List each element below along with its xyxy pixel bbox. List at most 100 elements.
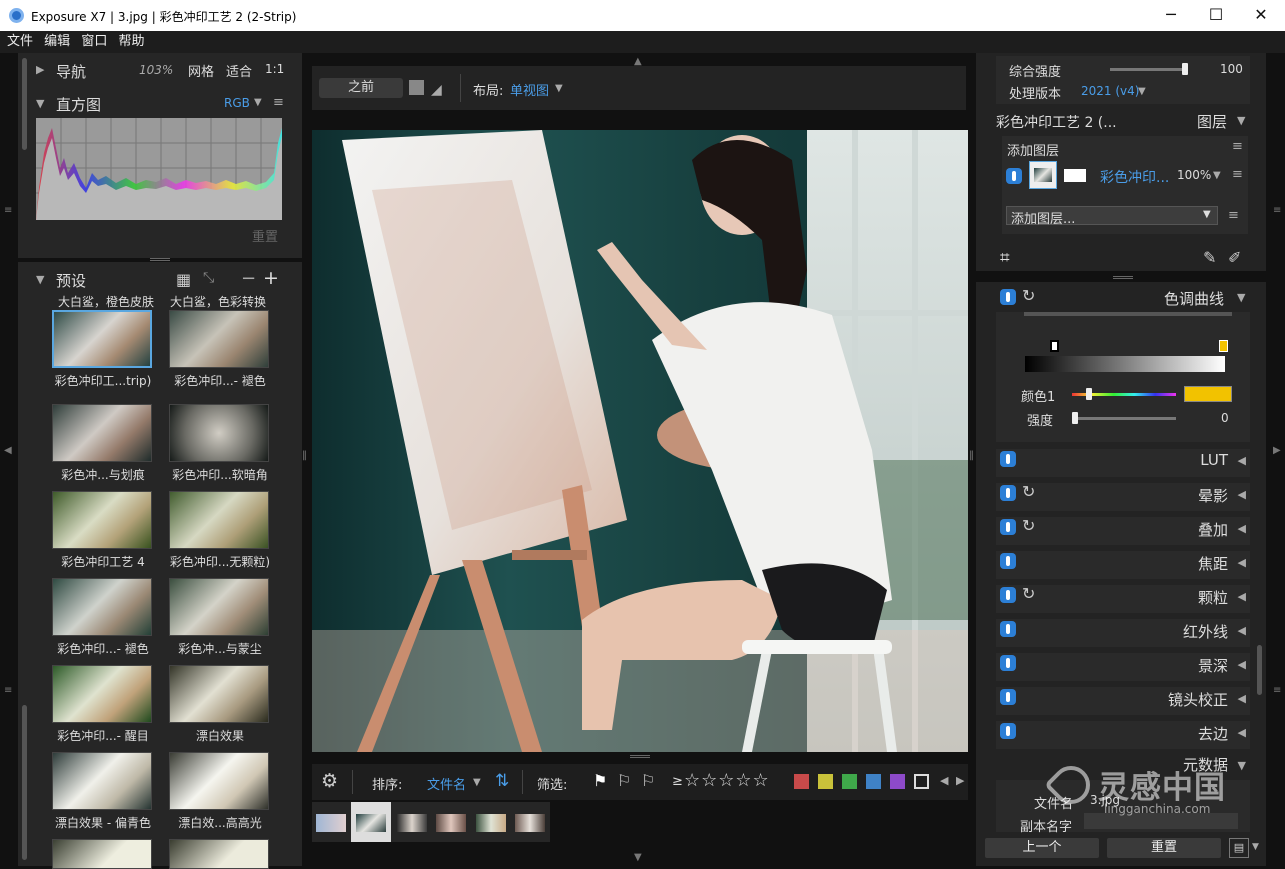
layer-thumbnail[interactable] bbox=[1029, 161, 1057, 189]
preset-item[interactable] bbox=[169, 839, 273, 869]
scroll-left-icon[interactable]: ◀ bbox=[940, 774, 948, 787]
collapse-right-icon[interactable]: ▶ bbox=[1273, 445, 1281, 456]
strength-slider[interactable] bbox=[1072, 417, 1176, 420]
minimize-icon[interactable]: ─ bbox=[1160, 4, 1182, 26]
film-thumbnail[interactable] bbox=[397, 814, 427, 832]
left-scrollbar[interactable] bbox=[22, 58, 27, 150]
navigator-grid-button[interactable]: 网格 bbox=[188, 61, 214, 80]
process-version-select[interactable]: 2021 (v4) bbox=[1081, 84, 1139, 98]
preset-item[interactable]: 彩色冲印...- 褪色 bbox=[52, 578, 156, 657]
left-grip-icon-2[interactable]: ≡ bbox=[4, 685, 12, 696]
left-grip-icon[interactable]: ≡ bbox=[4, 205, 12, 216]
panel-lut[interactable]: LUT ◀ bbox=[996, 449, 1250, 477]
panel-toggle[interactable] bbox=[1000, 451, 1016, 467]
reset-rotate-icon[interactable]: ↻ bbox=[1022, 516, 1035, 535]
label-green-button[interactable] bbox=[842, 774, 857, 789]
layer-options-icon[interactable]: ≡ bbox=[1228, 208, 1239, 223]
navigator-1to1-button[interactable]: 1:1 bbox=[265, 62, 284, 76]
compare-square-icon[interactable] bbox=[409, 80, 424, 95]
flag-none-icon[interactable]: ⚐ bbox=[641, 771, 655, 790]
color1-swatch[interactable] bbox=[1184, 386, 1232, 402]
panel-grain[interactable]: ↻ 颗粒 ◀ bbox=[996, 584, 1250, 613]
strength-value[interactable]: 0 bbox=[1221, 411, 1229, 425]
layer-mask-thumbnail[interactable] bbox=[1064, 169, 1086, 182]
remove-preset-icon[interactable]: − bbox=[241, 268, 256, 289]
preset-item[interactable]: 彩色冲印工...trip) bbox=[52, 310, 156, 389]
presets-header[interactable]: ▼ 预设 ▦ ⤡ − + bbox=[36, 267, 298, 290]
panel-toggle[interactable] bbox=[1000, 587, 1016, 603]
right-splitter-grip[interactable] bbox=[1113, 276, 1133, 279]
slider-handle[interactable] bbox=[1182, 63, 1188, 75]
preset-item[interactable]: 彩色冲印...软暗角 bbox=[169, 404, 273, 483]
preset-item[interactable] bbox=[52, 839, 156, 869]
add-layer-dropdown[interactable]: 添加图层... ▼ bbox=[1006, 206, 1218, 227]
panel-metadata[interactable]: 元数据 ▼ bbox=[996, 755, 1250, 777]
label-purple-button[interactable] bbox=[890, 774, 905, 789]
center-left-splitter[interactable]: ‖ bbox=[302, 450, 307, 461]
grid-view-icon[interactable]: ▦ bbox=[176, 270, 191, 289]
presets-scrollbar[interactable] bbox=[22, 705, 27, 860]
collapse-down-icon-4[interactable]: ▼ bbox=[1237, 291, 1245, 304]
preset-item[interactable]: 漂白效果 - 偏青色 bbox=[52, 752, 156, 831]
panel-overlay[interactable]: ↻ 叠加 ◀ bbox=[996, 516, 1250, 545]
histogram-reset-button[interactable]: 重置 bbox=[252, 226, 278, 245]
eraser-icon[interactable]: ✎ bbox=[1203, 248, 1216, 267]
preset-item[interactable]: 彩色冲印...无颗粒) bbox=[169, 491, 273, 570]
preset-label[interactable]: 大白鲨，色彩转换 bbox=[170, 293, 266, 310]
panel-toggle[interactable] bbox=[1000, 553, 1016, 569]
overall-strength-slider[interactable] bbox=[1110, 68, 1188, 71]
menu-help[interactable]: 帮助 bbox=[118, 31, 144, 53]
right-grip-icon-2[interactable]: ≡ bbox=[1273, 685, 1281, 696]
reset-rotate-icon[interactable]: ↻ bbox=[1022, 584, 1035, 603]
layer-visibility-toggle[interactable] bbox=[1006, 168, 1022, 184]
panel-toggle[interactable] bbox=[1000, 621, 1016, 637]
label-yellow-button[interactable] bbox=[818, 774, 833, 789]
layout-select[interactable]: 单视图 bbox=[510, 80, 549, 99]
close-icon[interactable]: ✕ bbox=[1250, 4, 1272, 26]
tone-curve-toggle[interactable] bbox=[1000, 289, 1016, 305]
collapse-all-icon[interactable]: ⤡ bbox=[203, 270, 214, 286]
menu-window[interactable]: 窗口 bbox=[81, 31, 107, 53]
navigator-fit-button[interactable]: 适合 bbox=[226, 61, 252, 80]
compare-split-icon[interactable]: ◢ bbox=[431, 82, 442, 98]
panel-toggle[interactable] bbox=[1000, 519, 1016, 535]
flag-pick-icon[interactable]: ⚑ bbox=[593, 771, 607, 790]
flag-reject-icon[interactable]: ⚐ bbox=[617, 771, 631, 790]
menu-edit[interactable]: 编辑 bbox=[44, 31, 70, 53]
panel-depth-of-field[interactable]: 景深 ◀ bbox=[996, 653, 1250, 681]
menu-icon[interactable]: ≡ bbox=[1232, 139, 1243, 154]
reset-button[interactable]: 重置 bbox=[1107, 838, 1221, 858]
layer-name[interactable]: 彩色冲印... bbox=[1100, 167, 1169, 187]
collapse-left-icon[interactable]: ◀ bbox=[4, 445, 12, 456]
preset-label[interactable]: 大白鲨，橙色皮肤 bbox=[58, 295, 154, 309]
layer-opacity[interactable]: 100% bbox=[1177, 168, 1211, 182]
menu-file[interactable]: 文件 bbox=[7, 31, 33, 53]
before-button[interactable]: 之前 bbox=[319, 78, 403, 98]
label-red-button[interactable] bbox=[794, 774, 809, 789]
center-right-splitter[interactable]: ‖ bbox=[969, 450, 974, 461]
filmstrip-splitter-grip[interactable] bbox=[630, 755, 650, 758]
panel-focus[interactable]: 焦距 ◀ bbox=[996, 551, 1250, 579]
gear-icon[interactable]: ⚙ bbox=[321, 770, 338, 792]
panel-toggle[interactable] bbox=[1000, 655, 1016, 671]
panel-vignette[interactable]: ↻ 晕影 ◀ bbox=[996, 482, 1250, 511]
slider-handle[interactable] bbox=[1086, 388, 1092, 400]
navigator-header[interactable]: ▶ 导航 103% 网格 适合 1:1 bbox=[36, 61, 298, 81]
panel-lens-correction[interactable]: 镜头校正 ◀ bbox=[996, 687, 1250, 715]
preset-item[interactable]: 彩色冲印工艺 4 bbox=[52, 491, 156, 570]
left-splitter-grip[interactable] bbox=[150, 258, 170, 261]
crop-icon[interactable]: ⌗ bbox=[1000, 248, 1010, 268]
right-grip-icon[interactable]: ≡ bbox=[1273, 205, 1281, 216]
panel-infrared[interactable]: 红外线 ◀ bbox=[996, 619, 1250, 647]
label-none-button[interactable] bbox=[914, 774, 929, 789]
sort-direction-icon[interactable]: ⇅ bbox=[495, 771, 509, 791]
white-point-handle[interactable] bbox=[1219, 340, 1228, 352]
reset-rotate-icon[interactable]: ↻ bbox=[1022, 482, 1035, 501]
preset-item[interactable]: 彩色冲...与划痕 bbox=[52, 404, 156, 483]
chevron-down-icon[interactable]: ▼ bbox=[1252, 842, 1259, 852]
overall-strength-value[interactable]: 100 bbox=[1220, 62, 1243, 76]
film-thumbnail[interactable] bbox=[515, 814, 545, 832]
previous-button[interactable]: 上一个 bbox=[985, 838, 1099, 858]
preset-item[interactable]: 彩色冲印...- 醒目 bbox=[52, 665, 156, 744]
preset-item[interactable]: 彩色冲...与蒙尘 bbox=[169, 578, 273, 657]
